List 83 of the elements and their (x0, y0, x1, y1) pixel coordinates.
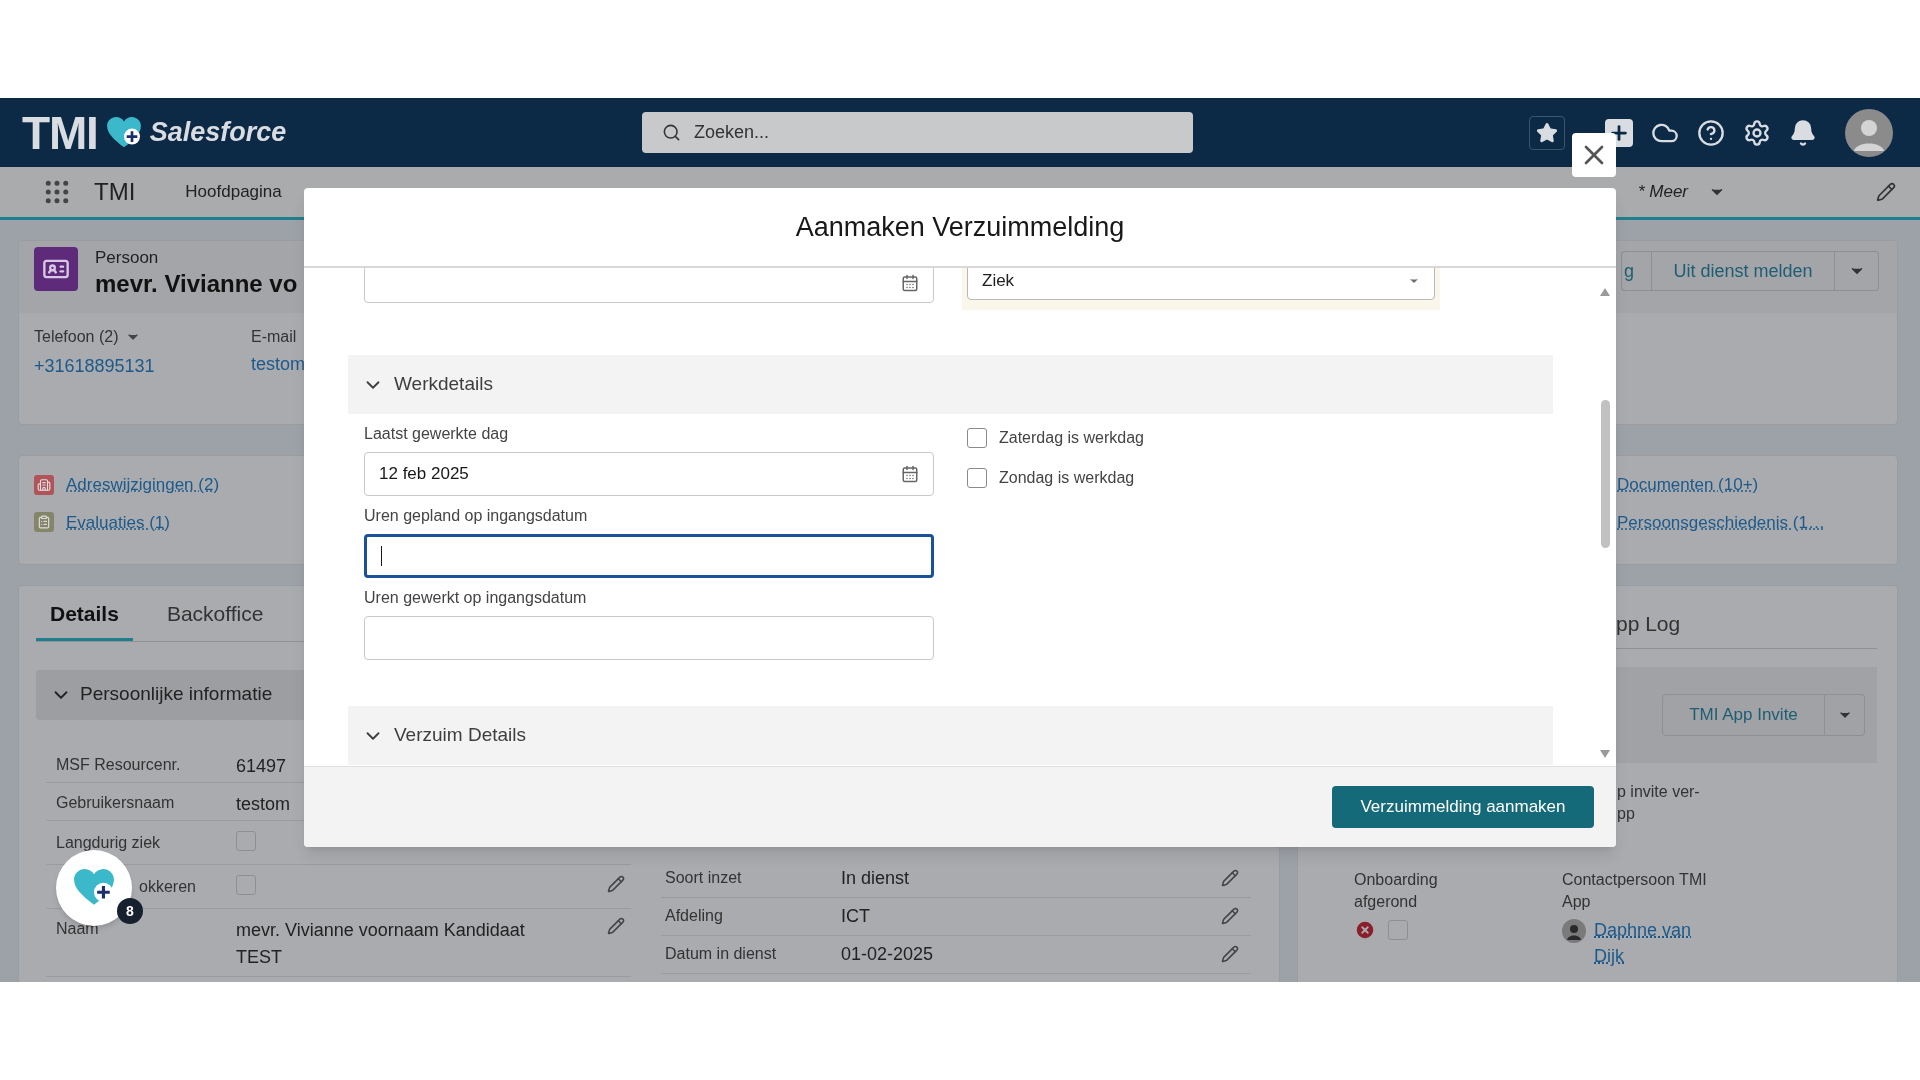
field-label: Uren gewerkt op ingangsdatum (364, 588, 588, 608)
field-value: 01-02-2025 (841, 942, 935, 966)
phone-link[interactable]: +31618895131 (34, 353, 251, 380)
checkbox-label: Zondag is werkdag (999, 468, 1135, 488)
checkbox[interactable] (236, 874, 256, 895)
field-label: Onboarding afgerond (1354, 869, 1439, 912)
app-name: TMI (94, 177, 136, 207)
input-field[interactable] (364, 534, 934, 578)
edit-icon[interactable] (1221, 869, 1239, 887)
action-button[interactable]: g (1621, 251, 1651, 291)
checkbox[interactable] (967, 468, 987, 488)
field-label: Contactpersoon TMI App (1562, 869, 1708, 912)
field-value: testom (236, 792, 292, 816)
related-list-link[interactable]: Adreswijzigingen (2) (66, 472, 220, 498)
help-icon[interactable] (1697, 118, 1725, 147)
nav-tab[interactable]: Hoofdpagina (185, 179, 282, 205)
search-field[interactable]: Zoeken... (642, 112, 1193, 153)
avatar (1562, 918, 1586, 943)
checkbox[interactable] (967, 428, 987, 448)
logo-subtext: Salesforce (149, 116, 287, 150)
scrollbar-thumb[interactable] (1600, 400, 1610, 548)
field-label: Afdeling (664, 906, 724, 926)
field-value: mevr. Vivianne voornaam Kandidaat TEST (236, 918, 526, 969)
field-label: Langdurig ziek (56, 832, 161, 853)
field-label: okkeren (139, 876, 196, 897)
star-icon (1536, 121, 1558, 144)
tab[interactable]: Details (36, 598, 133, 641)
record-name: mevr. Vivianne vo (95, 269, 299, 299)
field-value: ICT (841, 904, 871, 928)
edit-icon[interactable] (607, 916, 625, 935)
section-header[interactable]: Werkdetails (348, 355, 1553, 414)
edit-icon[interactable] (1221, 907, 1239, 925)
avatar[interactable] (1845, 108, 1893, 157)
date-field[interactable] (364, 268, 934, 303)
scroll-up-arrow-icon[interactable] (1600, 288, 1610, 296)
field-value: 61497 (236, 754, 288, 778)
list-icon (34, 512, 54, 533)
field-label: Uren gepland op ingangsdatum (364, 506, 589, 526)
list-icon (34, 474, 54, 495)
select-field[interactable]: Ziek (967, 268, 1435, 300)
field-label: Naam (56, 918, 99, 939)
field-label: Laatst gewerkte dag (364, 424, 510, 444)
logo-text: TMI (22, 109, 98, 156)
tab[interactable]: pp Log (1616, 612, 1681, 635)
invite-text: p invite ver- (1617, 781, 1701, 802)
calendar-icon (901, 465, 919, 483)
scroll-down-arrow-icon[interactable] (1600, 750, 1610, 758)
field-label: Gebruikersnaam (56, 792, 175, 813)
edit-icon[interactable] (1221, 945, 1239, 963)
favorite-button[interactable] (1529, 115, 1565, 150)
field-label: Datum in dienst (664, 944, 778, 964)
email-label: E-mail (251, 327, 298, 347)
section-header[interactable]: Verzuim Details (348, 706, 1553, 765)
heart-plus-icon (105, 116, 142, 149)
record-type: Persoon (95, 247, 160, 269)
modal-title: Aanmaken Verzuimmelding (795, 210, 1125, 244)
related-list-link[interactable]: Documenten (10+) (1617, 472, 1897, 498)
close-button[interactable] (1572, 133, 1616, 177)
related-list-link[interactable]: Persoonsgeschiedenis (1… (1617, 509, 1897, 535)
field-label: Soort inzet (664, 868, 743, 888)
search-icon (662, 123, 681, 142)
checkbox-label: Zaterdag is werkdag (999, 428, 1144, 448)
action-button[interactable]: Uit dienst melden (1651, 251, 1835, 291)
edit-icon[interactable] (607, 874, 625, 893)
contact-link[interactable]: Daphne van Dijk (1594, 916, 1694, 969)
more-tab[interactable]: * Meer (1637, 179, 1726, 205)
bell-icon[interactable] (1789, 118, 1817, 147)
invite-text: pp (1617, 803, 1636, 824)
heart-plus-icon (73, 869, 115, 907)
person-icon (34, 247, 78, 291)
field-label: MSF Resourcenr. (56, 754, 181, 775)
tab[interactable]: Backoffice (152, 598, 278, 641)
checkbox[interactable] (236, 830, 256, 851)
field-value: In dienst (841, 866, 911, 890)
edit-icon[interactable] (1876, 182, 1896, 202)
invite-button[interactable]: TMI App Invite (1662, 693, 1825, 736)
submit-button[interactable]: Verzuimmelding aanmaken (1332, 786, 1594, 828)
settings-icon[interactable] (1743, 118, 1771, 147)
checkbox[interactable] (1388, 919, 1408, 940)
date-field[interactable]: 12 feb 2025 (364, 452, 934, 496)
phone-label[interactable]: Telefoon (2) (34, 325, 251, 349)
related-list-link[interactable]: Evaluaties (1) (66, 509, 170, 535)
calendar-icon (901, 273, 919, 292)
